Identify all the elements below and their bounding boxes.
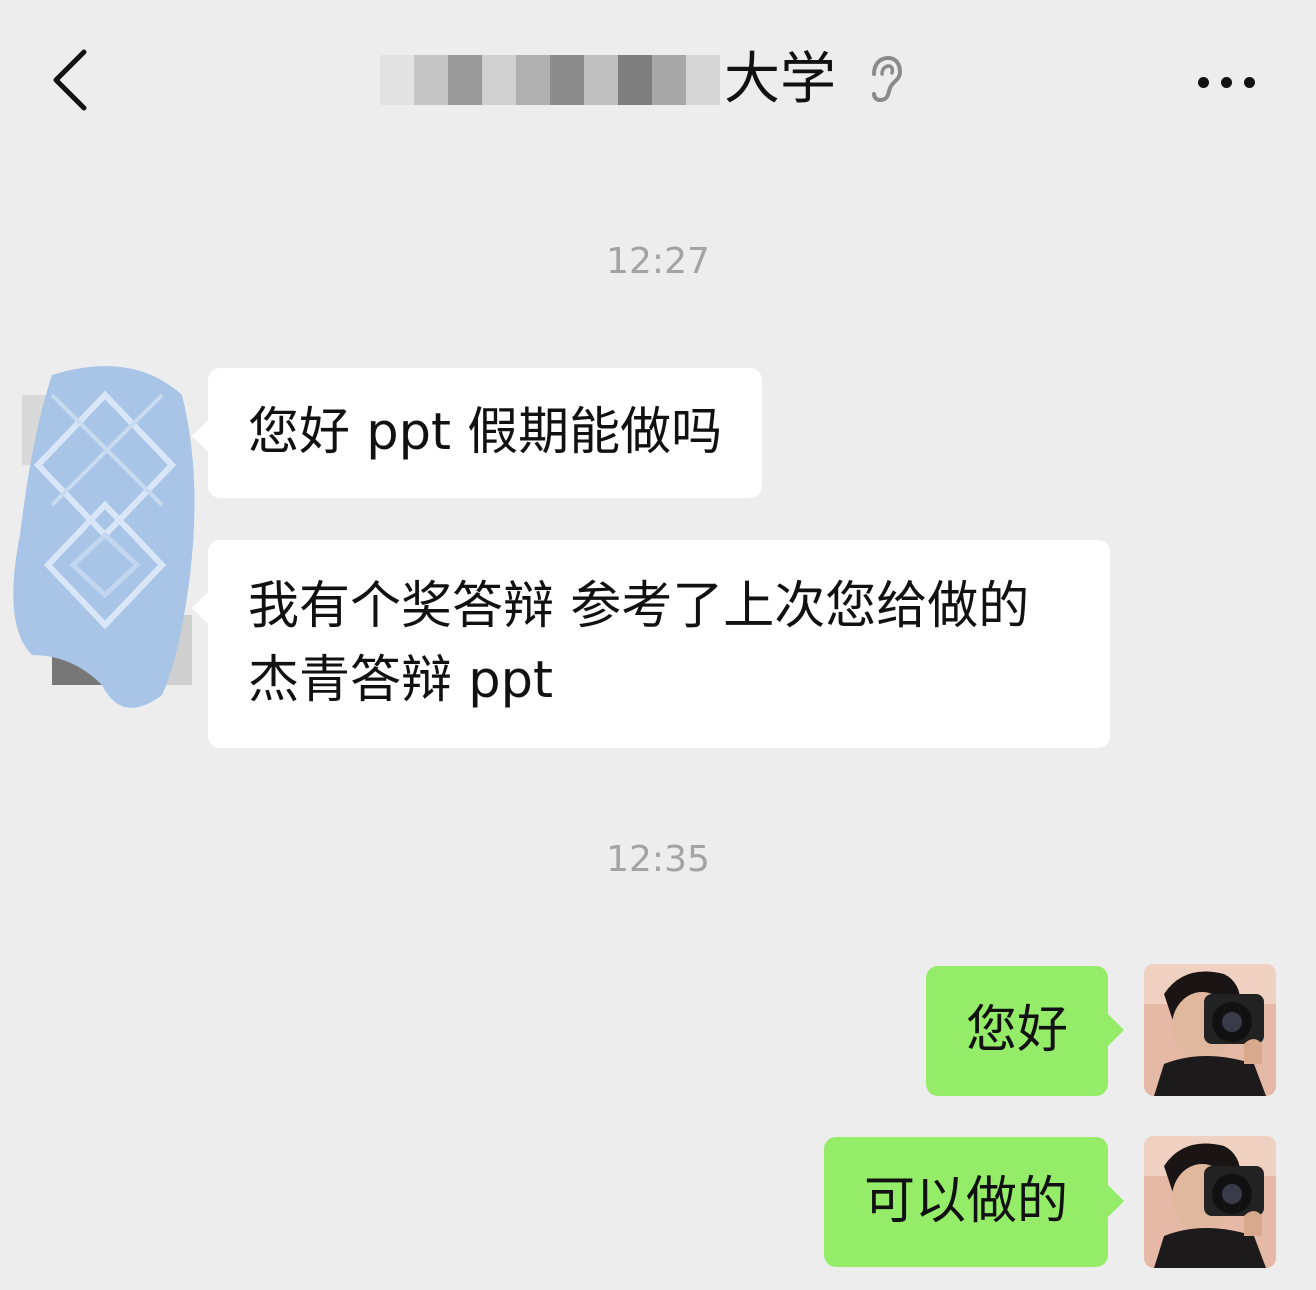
chat-header: 大学 — [0, 0, 1316, 160]
message-text: 您好 — [965, 1001, 1068, 1060]
contact-avatar[interactable] — [12, 355, 198, 715]
message-text: 您好 ppt 假期能做吗 — [248, 403, 723, 462]
chat-title[interactable]: 大学 — [380, 40, 910, 120]
blurred-contact-name — [380, 49, 720, 111]
timestamp: 12:27 — [606, 241, 710, 282]
incoming-message[interactable]: 我有个奖答辩 参考了上次您给做的杰青答辩 ppt — [192, 540, 1110, 748]
my-avatar[interactable] — [1144, 1136, 1276, 1268]
chat-title-text: 大学 — [724, 47, 836, 112]
message-text: 可以做的 — [863, 1172, 1068, 1231]
outgoing-message[interactable]: 您好 — [925, 966, 1125, 1096]
ear-icon — [866, 52, 910, 108]
chat-screen: 大学 12:27 您好 ppt 假期能做吗 我有个奖答辩 参考了上次您给做的杰青… — [0, 0, 1316, 1290]
message-text: 我有个奖答辩 参考了上次您给做的杰青答辩 ppt — [248, 577, 1030, 710]
incoming-message[interactable]: 您好 ppt 假期能做吗 — [191, 368, 763, 498]
my-avatar[interactable] — [1144, 964, 1276, 1096]
chevron-left-icon — [53, 49, 87, 111]
back-button[interactable] — [30, 40, 110, 120]
timestamp: 12:35 — [606, 839, 710, 880]
outgoing-message[interactable]: 可以做的 — [823, 1137, 1125, 1267]
more-dots-icon — [1197, 76, 1209, 88]
more-options-button[interactable] — [1186, 44, 1266, 120]
